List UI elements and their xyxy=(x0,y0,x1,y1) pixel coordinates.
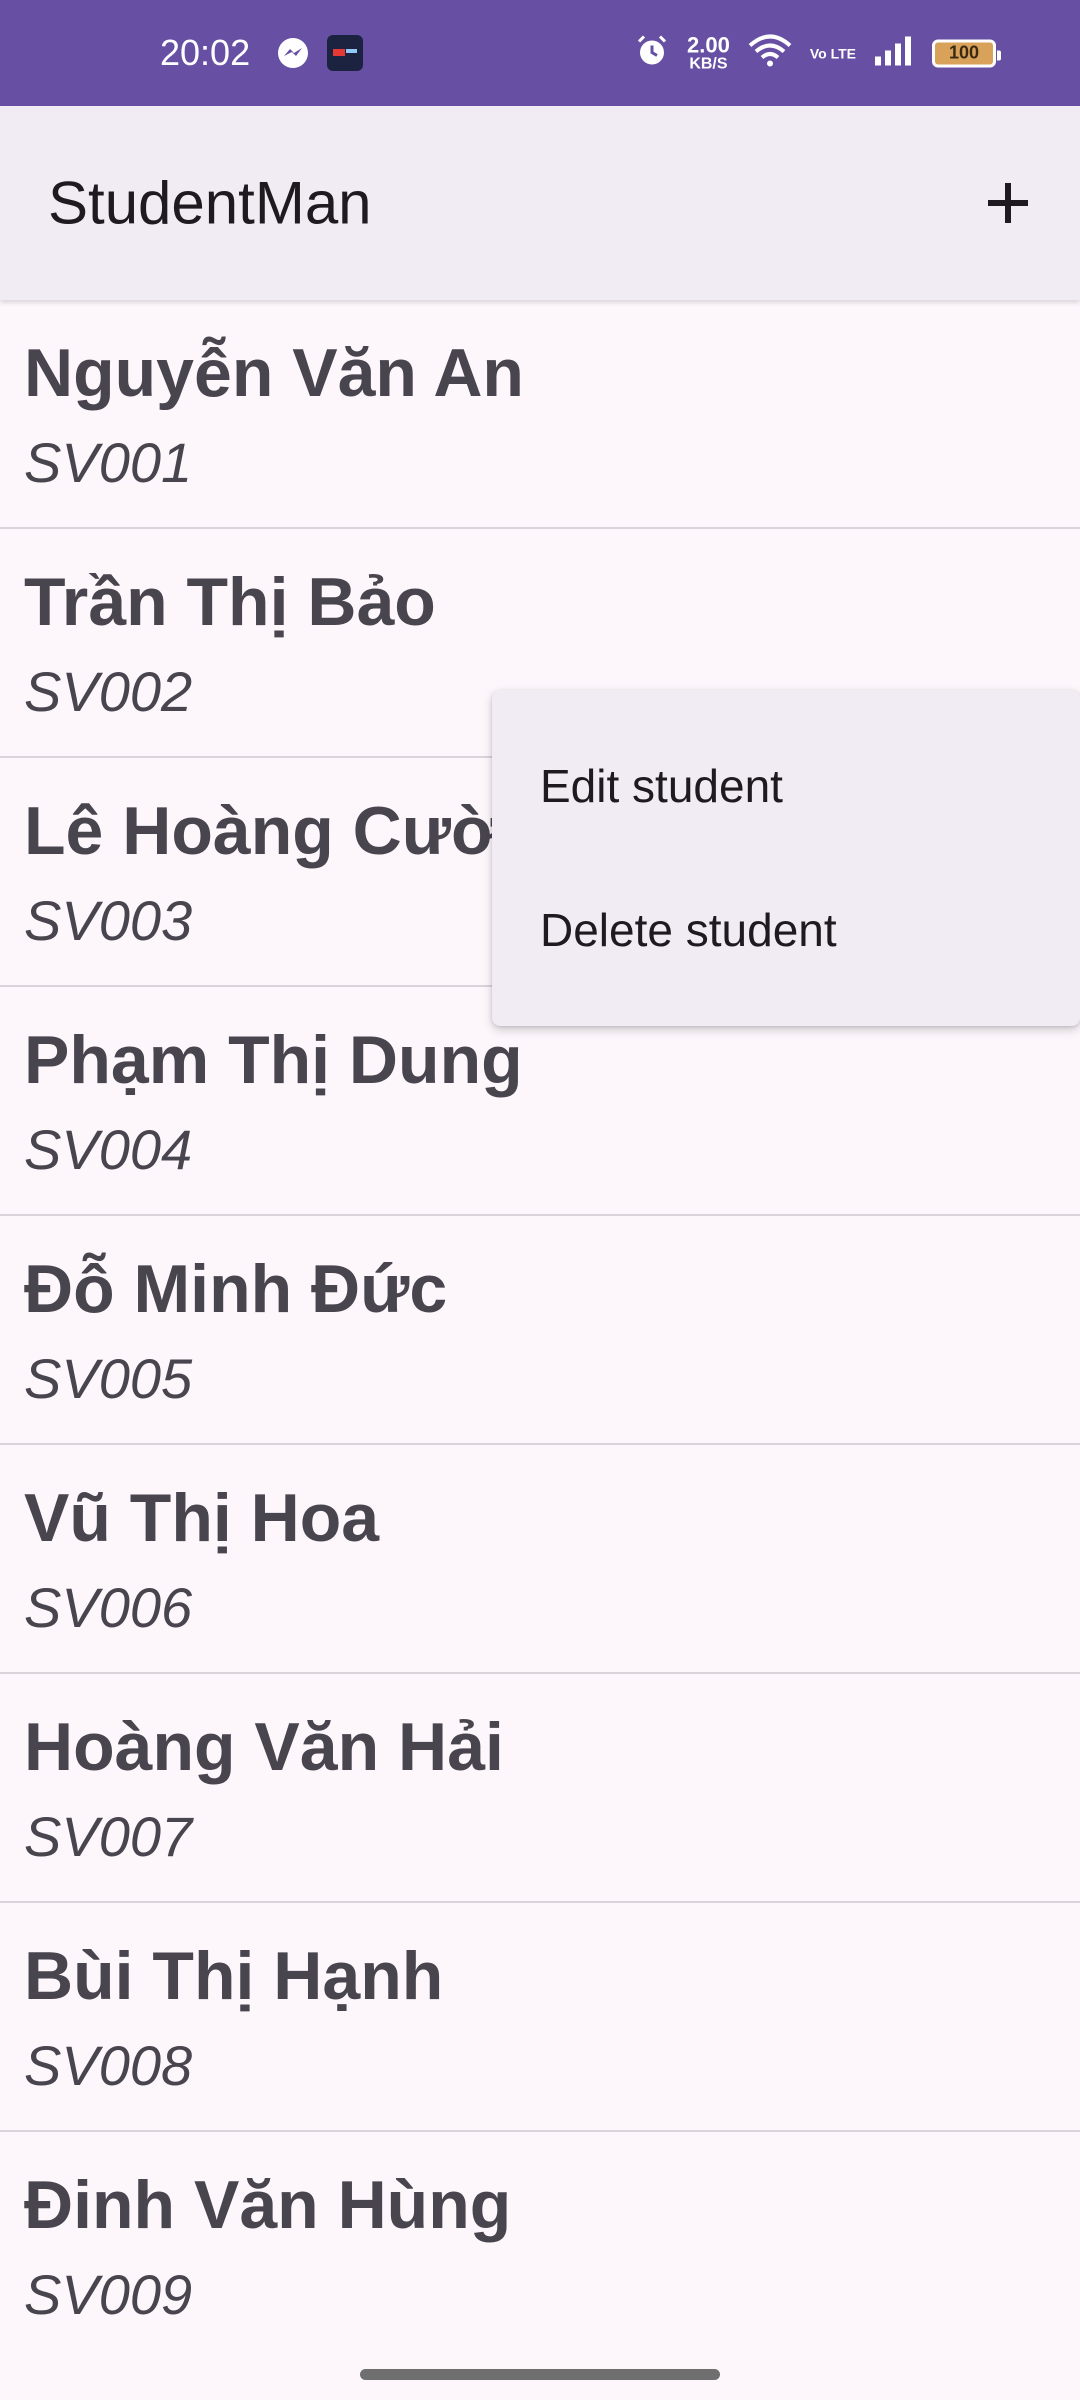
student-id: SV003 xyxy=(24,889,193,952)
edit-student-menu-item[interactable]: Edit student xyxy=(492,714,1080,858)
student-id: SV002 xyxy=(24,660,193,723)
student-id: SV009 xyxy=(24,2263,193,2326)
plus-icon xyxy=(988,183,1028,223)
student-name: Lê Hoàng Cườn xyxy=(24,793,541,869)
status-bar: 20:02 2.00 KB/S Vo LTE 100 xyxy=(0,0,1080,106)
wifi-icon xyxy=(748,34,792,73)
student-list-item[interactable]: Đỗ Minh Đức SV005 xyxy=(0,1216,1080,1445)
student-id: SV005 xyxy=(24,1347,193,1410)
app-bar: StudentMan xyxy=(0,106,1080,300)
delete-student-menu-item[interactable]: Delete student xyxy=(492,858,1080,1002)
student-list-item[interactable]: Hoàng Văn Hải SV007 xyxy=(0,1674,1080,1903)
student-name: Trần Thị Bảo xyxy=(24,564,436,640)
student-id: SV006 xyxy=(24,1576,193,1639)
app-title: StudentMan xyxy=(48,169,372,237)
add-student-button[interactable] xyxy=(968,163,1048,243)
status-time: 20:02 xyxy=(160,32,251,73)
student-name: Vũ Thị Hoa xyxy=(24,1480,380,1556)
volte-badge: Vo LTE xyxy=(809,45,856,61)
student-list: Nguyễn Văn An SV001 Trần Thị Bảo SV002 L… xyxy=(0,300,1080,2361)
alarm-icon xyxy=(635,34,669,73)
signal-icon xyxy=(874,35,914,72)
student-list-item[interactable]: Bùi Thị Hạnh SV008 xyxy=(0,1903,1080,2132)
status-indicators: 2.00 KB/S Vo LTE 100 xyxy=(635,32,1001,73)
student-id: SV008 xyxy=(24,2034,193,2097)
student-name: Đỗ Minh Đức xyxy=(24,1251,448,1327)
network-speed: 2.00 KB/S xyxy=(687,32,730,72)
student-list-item[interactable]: Đinh Văn Hùng SV009 xyxy=(0,2132,1080,2361)
battery-indicator: 100 xyxy=(932,39,1001,67)
student-name: Hoàng Văn Hải xyxy=(24,1709,504,1785)
student-list-item[interactable]: Nguyễn Văn An SV001 xyxy=(0,300,1080,529)
student-name: Đinh Văn Hùng xyxy=(24,2167,512,2243)
gesture-navigation-bar[interactable] xyxy=(360,2369,720,2380)
student-name: Bùi Thị Hạnh xyxy=(24,1938,444,2014)
student-context-menu: Edit student Delete student xyxy=(492,690,1080,1026)
student-id: SV007 xyxy=(24,1805,193,1868)
student-name: Phạm Thị Dung xyxy=(24,1022,523,1098)
app-notification-icon xyxy=(326,34,364,72)
messenger-icon xyxy=(276,36,310,70)
student-name: Nguyễn Văn An xyxy=(24,335,524,411)
student-id: SV004 xyxy=(24,1118,193,1181)
student-id: SV001 xyxy=(24,431,193,494)
student-list-item[interactable]: Vũ Thị Hoa SV006 xyxy=(0,1445,1080,1674)
